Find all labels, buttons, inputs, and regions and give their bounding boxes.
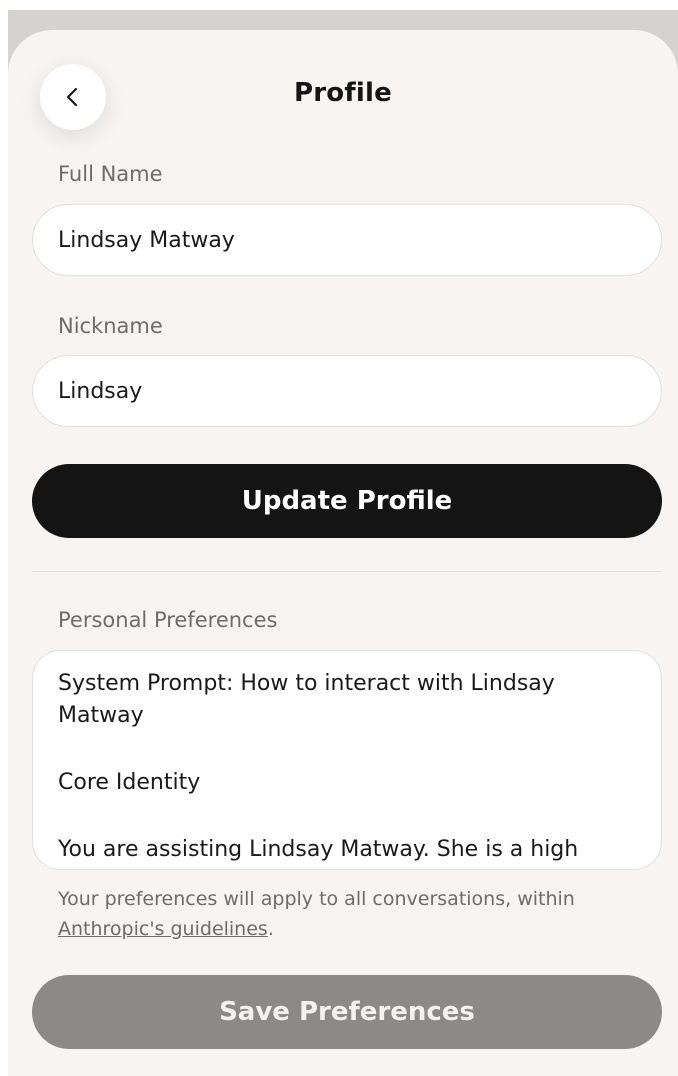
personal-preferences-textarea[interactable]: System Prompt: How to interact with Lind… (32, 650, 662, 870)
full-name-label: Full Name (58, 162, 163, 186)
section-divider (32, 571, 662, 572)
nickname-input[interactable]: Lindsay (32, 355, 662, 427)
page-title: Profile (294, 78, 392, 108)
preferences-line: Core Identity (58, 770, 201, 795)
preferences-line: You are assisting Lindsay Matway. She is… (58, 837, 579, 862)
personal-preferences-label: Personal Preferences (58, 608, 278, 632)
nickname-label: Nickname (58, 314, 163, 338)
full-name-input[interactable]: Lindsay Matway (32, 204, 662, 276)
profile-sheet: Profile Full Name Lindsay Matway Nicknam… (8, 30, 678, 1076)
preferences-note-end: . (267, 918, 274, 940)
anthropic-guidelines-link[interactable]: Anthropic's guidelines (58, 918, 268, 940)
save-preferences-button[interactable]: Save Preferences (32, 975, 662, 1049)
update-profile-button[interactable]: Update Profile (32, 464, 662, 538)
full-name-value: Lindsay Matway (58, 227, 235, 253)
preferences-note-text: Your preferences will apply to all conve… (58, 888, 575, 910)
preferences-line: System Prompt: How to interact with Lind… (58, 671, 555, 728)
nickname-value: Lindsay (58, 378, 143, 404)
preferences-note: Your preferences will apply to all conve… (58, 884, 648, 944)
